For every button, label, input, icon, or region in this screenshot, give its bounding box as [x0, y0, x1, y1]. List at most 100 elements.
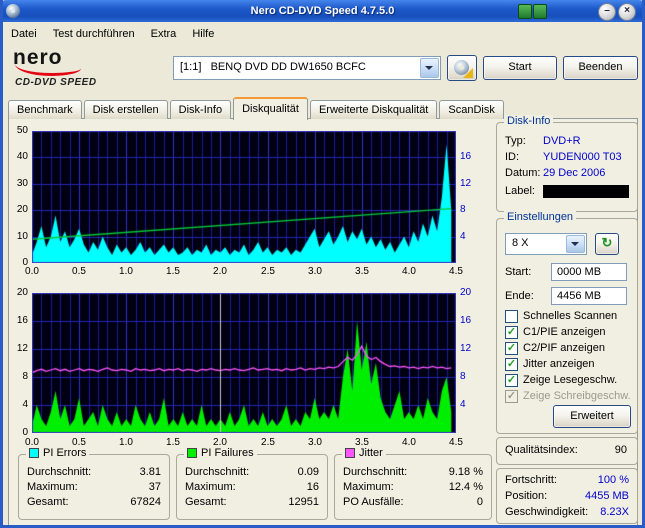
checkbox-jitter-anzeigen[interactable]: ✓ Jitter anzeigen	[505, 357, 635, 371]
stat-label: Durchschnitt:	[185, 466, 250, 478]
titlebar-extra-icon-1[interactable]	[518, 4, 532, 19]
close-button[interactable]: ×	[618, 3, 636, 21]
quality-index-label: Qualitätsindex:	[505, 444, 578, 456]
axis-tick: 2.0	[213, 437, 227, 448]
axis-tick: 40	[16, 151, 28, 162]
stat-label: Maximum:	[343, 481, 394, 493]
exit-button[interactable]: Beenden	[563, 56, 638, 80]
quality-index-group: Qualitätsindex: 90	[496, 437, 638, 465]
tab-erweiterte-diskqualit-t[interactable]: Erweiterte Diskqualität	[309, 100, 438, 119]
window-title: Nero CD-DVD Speed 4.7.5.0	[250, 5, 395, 17]
tab-disk-erstellen[interactable]: Disk erstellen	[83, 100, 168, 119]
checkbox-c1-pie-anzeigen[interactable]: ✓ C1/PIE anzeigen	[505, 325, 635, 339]
typ-value: DVD+R	[543, 135, 581, 147]
axis-tick: 3.0	[308, 266, 322, 277]
axis-tick: 2.0	[213, 266, 227, 277]
menu-item-datei[interactable]: Datei	[3, 25, 45, 43]
checkbox-zeige-schreibgeschw[interactable]: ✓ Zeige Schreibgeschw.	[505, 389, 635, 403]
speed-select-arrow[interactable]	[566, 235, 585, 253]
disk-info-id-row: ID: YUDEN000 T03	[505, 151, 629, 165]
checkbox-box[interactable]: ✓	[505, 358, 518, 371]
geschwindigkeit-row: Geschwindigkeit: 8.23X	[505, 506, 629, 519]
axis-tick: 50	[16, 125, 28, 136]
stat-value: 67824	[130, 496, 161, 508]
speed-select[interactable]: 8 X	[505, 233, 587, 255]
checkbox-box[interactable]: ✓	[505, 342, 518, 355]
toolbar: nero CD-DVD SPEED [1:1] BENQ DVD DD DW16…	[3, 45, 642, 97]
label-label: Label:	[505, 185, 535, 197]
geschwindigkeit-value: 8.23X	[600, 506, 629, 518]
menu-item-extra[interactable]: Extra	[143, 25, 185, 43]
stat-row-maximum: Maximum: 37	[27, 481, 161, 494]
position-value: 4455 MB	[584, 490, 629, 502]
drive-select-value: [1:1] BENQ DVD DD DW1650 BCFC	[180, 61, 366, 73]
legend-swatch	[187, 448, 197, 458]
stat-value: 37	[148, 481, 161, 493]
stat-row-gesamt: Gesamt: 12951	[185, 496, 319, 509]
progress-group: Fortschritt: 100 % Position: 4455 MB Ges…	[496, 468, 638, 524]
checkbox-schnelles-scannen[interactable]: Schnelles Scannen	[505, 309, 635, 323]
start-mb-input[interactable]	[551, 263, 627, 281]
axis-tick: 2.5	[261, 437, 275, 448]
menu-item-hilfe[interactable]: Hilfe	[184, 25, 222, 43]
axis-tick: 0.5	[72, 437, 86, 448]
checkbox-c2-pif-anzeigen[interactable]: ✓ C2/PIF anzeigen	[505, 341, 635, 355]
id-label: ID:	[505, 151, 520, 163]
checkbox-label: Jitter anzeigen	[523, 358, 595, 370]
pi-failures-jitter-chart	[32, 293, 456, 433]
stat-label: Maximum:	[185, 481, 236, 493]
menu-item-test-durchf-hren[interactable]: Test durchführen	[45, 25, 143, 43]
stat-value: 0.09	[297, 466, 319, 478]
axis-tick: 12	[16, 343, 28, 354]
axis-tick: 1.5	[166, 266, 180, 277]
tab-benchmark[interactable]: Benchmark	[8, 100, 82, 119]
stat-label: Durchschnitt:	[343, 466, 408, 478]
titlebar-extra-icon-2[interactable]	[533, 4, 547, 19]
axis-tick: 4	[460, 231, 466, 242]
fortschritt-row: Fortschritt: 100 %	[505, 474, 629, 487]
axis-tick: 1.0	[119, 266, 133, 277]
start-button[interactable]: Start	[483, 56, 557, 80]
ende-mb-input[interactable]	[551, 287, 627, 305]
quality-index-value: 90	[614, 444, 627, 456]
start-mb-label: Start:	[505, 266, 532, 278]
drive-select-arrow[interactable]	[420, 58, 439, 78]
stats-pi-failures: PI Failures Durchschnitt: 0.09 Maximum: 16 G…	[176, 447, 328, 520]
checkbox-label: Zeige Lesegeschw.	[523, 374, 618, 386]
stats-jitter: Jitter Durchschnitt: 9.18 % Maximum: 12.4 %…	[334, 447, 492, 520]
axis-tick: 16	[460, 315, 472, 326]
stat-value: 9.18 %	[448, 466, 483, 478]
refresh-button[interactable]: ↻	[595, 233, 619, 255]
axis-tick: 20	[16, 204, 28, 215]
checkbox-box[interactable]	[505, 310, 518, 323]
axis-tick: 8	[22, 371, 28, 382]
checkbox-zeige-lesegeschw[interactable]: ✓ Zeige Lesegeschw.	[505, 373, 635, 387]
axis-tick: 1.5	[166, 437, 180, 448]
tab-diskqualit-t[interactable]: Diskqualität	[233, 97, 308, 120]
checkbox-list: Schnelles Scannen ✓ C1/PIE anzeigen ✓ C2/PIF…	[497, 309, 637, 409]
axis-tick: 4.5	[449, 437, 463, 448]
checkbox-box[interactable]: ✓	[505, 326, 518, 339]
axis-tick: 30	[16, 178, 28, 189]
checkbox-box[interactable]: ✓	[505, 390, 518, 403]
checkbox-box[interactable]: ✓	[505, 374, 518, 387]
axis-tick: 4.0	[402, 266, 416, 277]
minimize-button[interactable]: –	[598, 3, 616, 21]
axis-tick: 4.5	[449, 266, 463, 277]
chevron-down-icon	[571, 242, 579, 250]
axis-tick: 8	[460, 371, 466, 382]
stat-value: 0	[476, 496, 483, 508]
axis-tick: 4	[22, 399, 28, 410]
axis-tick: 16	[16, 315, 28, 326]
disc-button[interactable]	[447, 55, 477, 81]
drive-select[interactable]: [1:1] BENQ DVD DD DW1650 BCFC	[173, 56, 441, 80]
ende-mb-label: Ende:	[505, 290, 534, 302]
cddvd-speed-logo-text: CD-DVD SPEED	[15, 77, 97, 88]
settings-caption: Einstellungen	[504, 211, 577, 223]
axis-tick: 12	[460, 343, 472, 354]
tab-bar: Benchmark Disk erstellen Disk-Info Diskqual…	[8, 97, 506, 120]
erweitert-button[interactable]: Erweitert	[553, 405, 631, 428]
tab-disk-info[interactable]: Disk-Info	[169, 100, 232, 119]
stat-label: Maximum:	[27, 481, 78, 493]
tab-scandisk[interactable]: ScanDisk	[439, 100, 504, 119]
